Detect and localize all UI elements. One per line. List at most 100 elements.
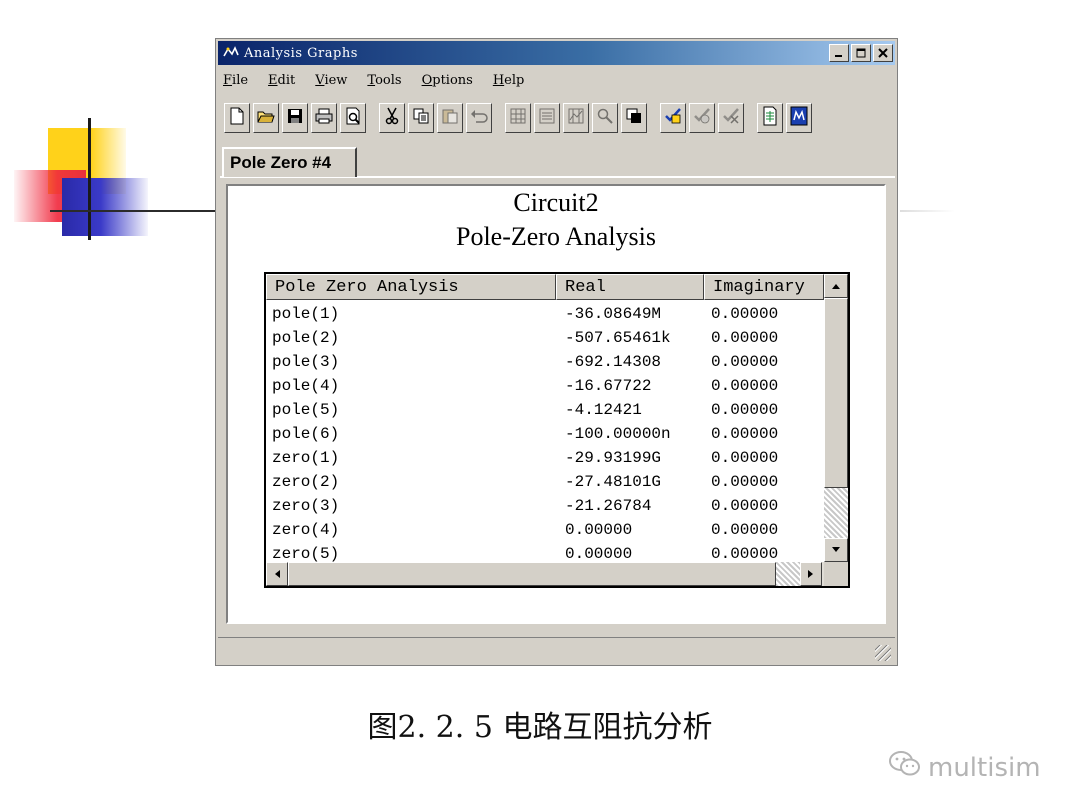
menu-view[interactable]: View (315, 73, 347, 88)
copy-button[interactable] (408, 103, 434, 133)
zoom-icon (597, 108, 613, 129)
cut-button[interactable] (379, 103, 405, 133)
cell-name: pole(4) (272, 377, 340, 395)
exclude-traces-icon (722, 107, 740, 130)
cell-real: -29.93199G (565, 449, 662, 467)
grid-icon (510, 108, 526, 129)
table-row[interactable]: zero(3) -21.26784 0.00000 (266, 494, 824, 518)
vertical-scroll-track[interactable] (824, 488, 848, 538)
print-icon (315, 108, 333, 129)
close-button[interactable] (873, 44, 893, 62)
overlay-traces-button[interactable] (689, 103, 715, 133)
table-row[interactable]: pole(1) -36.08649M 0.00000 (266, 302, 824, 326)
cursors-button[interactable] (563, 103, 589, 133)
scroll-left-button[interactable] (266, 562, 288, 586)
new-button[interactable] (224, 103, 250, 133)
open-button[interactable] (253, 103, 279, 133)
watermark: multisim (888, 750, 1041, 785)
cell-imaginary: 0.00000 (711, 329, 779, 347)
window-title: Analysis Graphs (244, 45, 358, 61)
cell-name: zero(5) (272, 545, 340, 563)
menu-tools[interactable]: Tools (367, 73, 401, 88)
app-icon (222, 45, 240, 61)
print-preview-icon (345, 107, 361, 130)
cell-imaginary: 0.00000 (711, 305, 779, 323)
scrollbar-corner (824, 562, 848, 586)
cell-real: 0.00000 (565, 545, 633, 563)
cell-name: pole(3) (272, 353, 340, 371)
toolbar (224, 99, 815, 137)
save-button[interactable] (282, 103, 308, 133)
undo-icon (470, 109, 488, 128)
horizontal-scroll-thumb[interactable] (288, 562, 776, 586)
resize-grip-icon[interactable] (875, 645, 891, 661)
reverse-colors-button[interactable] (621, 103, 647, 133)
export-mathcad-button[interactable] (786, 103, 812, 133)
figure-caption: 图2. 2. 5 电路互阻抗分析 (367, 710, 713, 745)
menu-file[interactable]: File (223, 73, 248, 88)
menu-options[interactable]: Options (422, 73, 473, 88)
copy-icon (413, 108, 429, 129)
table-row[interactable]: pole(4) -16.67722 0.00000 (266, 374, 824, 398)
add-traces-button[interactable] (660, 103, 686, 133)
menu-edit[interactable]: Edit (268, 73, 295, 88)
tab-pole-zero-4[interactable]: Pole Zero #4 (222, 147, 357, 177)
cell-real: -36.08649M (565, 305, 662, 323)
table-row[interactable]: pole(2) -507.65461k 0.00000 (266, 326, 824, 350)
zoom-button[interactable] (592, 103, 618, 133)
open-icon (257, 108, 275, 129)
horizontal-scroll-track[interactable] (776, 562, 800, 586)
scroll-right-button[interactable] (800, 562, 822, 586)
pole-zero-table: Pole Zero Analysis Real Imaginary pole(1… (264, 272, 850, 588)
arrow-left-icon (275, 570, 280, 578)
cell-name: pole(2) (272, 329, 340, 347)
vertical-scrollbar[interactable] (824, 274, 848, 562)
title-bar[interactable]: Analysis Graphs (218, 41, 895, 65)
circuit-title: Circuit2 (513, 188, 599, 217)
table-header: Pole Zero Analysis Real Imaginary (266, 274, 824, 300)
export-excel-button[interactable] (757, 103, 783, 133)
cell-real: -16.67722 (565, 377, 652, 395)
undo-button[interactable] (466, 103, 492, 133)
add-traces-icon (664, 107, 682, 130)
decor-horizontal-line (50, 210, 218, 212)
analysis-graphs-window: Analysis Graphs File Edit View Tools Opt… (215, 38, 898, 666)
vertical-scroll-thumb[interactable] (824, 298, 848, 488)
exclude-traces-button[interactable] (718, 103, 744, 133)
table-row[interactable]: zero(2) -27.48101G 0.00000 (266, 470, 824, 494)
print-button[interactable] (311, 103, 337, 133)
new-icon (229, 107, 245, 130)
arrow-up-icon (832, 284, 840, 289)
paste-button[interactable] (437, 103, 463, 133)
cell-imaginary: 0.00000 (711, 425, 779, 443)
scroll-down-button[interactable] (824, 538, 848, 562)
cell-imaginary: 0.00000 (711, 521, 779, 539)
menu-bar: File Edit View Tools Options Help (220, 69, 541, 91)
legend-icon (539, 108, 555, 129)
table-row[interactable]: zero(1) -29.93199G 0.00000 (266, 446, 824, 470)
cell-imaginary: 0.00000 (711, 449, 779, 467)
table-row[interactable]: pole(5) -4.12421 0.00000 (266, 398, 824, 422)
wechat-icon (888, 750, 922, 785)
table-row[interactable]: pole(3) -692.14308 0.00000 (266, 350, 824, 374)
print-preview-button[interactable] (340, 103, 366, 133)
legend-button[interactable] (534, 103, 560, 133)
minimize-button[interactable] (829, 44, 849, 62)
cell-imaginary: 0.00000 (711, 497, 779, 515)
column-header-imaginary[interactable]: Imaginary (704, 274, 824, 300)
horizontal-scrollbar[interactable] (266, 562, 824, 586)
reverse-colors-icon (626, 108, 642, 129)
menu-help[interactable]: Help (493, 73, 525, 88)
cell-name: zero(2) (272, 473, 340, 491)
maximize-button[interactable] (851, 44, 871, 62)
table-row[interactable]: zero(4) 0.00000 0.00000 (266, 518, 824, 542)
grid-button[interactable] (505, 103, 531, 133)
scroll-up-button[interactable] (824, 274, 848, 298)
table-row[interactable]: pole(6) -100.00000n 0.00000 (266, 422, 824, 446)
paste-icon (442, 108, 458, 129)
export-mathcad-icon (790, 106, 808, 131)
column-header-real[interactable]: Real (556, 274, 704, 300)
cell-real: -27.48101G (565, 473, 662, 491)
decor-horizontal-line-fade (900, 210, 955, 212)
column-header-pole-zero[interactable]: Pole Zero Analysis (266, 274, 556, 300)
